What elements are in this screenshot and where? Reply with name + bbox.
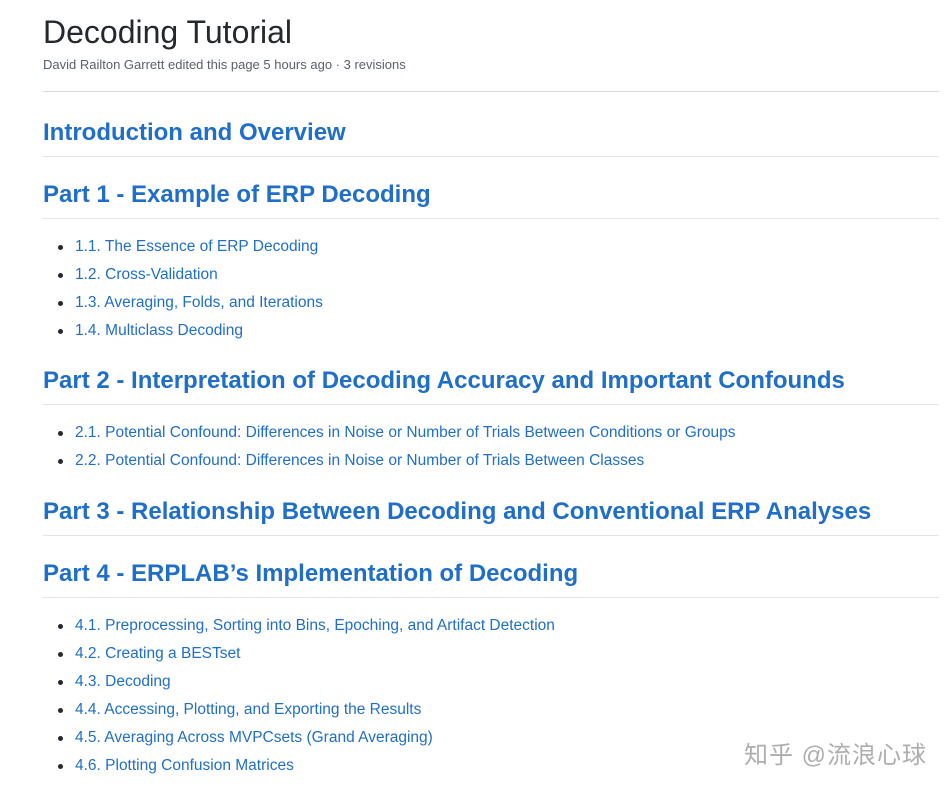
bullet-icon xyxy=(58,652,63,657)
list-item: 2.1. Potential Confound: Differences in … xyxy=(43,419,939,447)
list-item: 4.4. Accessing, Plotting, and Exporting … xyxy=(43,696,939,724)
section-heading-part-3[interactable]: Part 3 - Relationship Between Decoding a… xyxy=(43,497,939,536)
bullet-icon xyxy=(58,459,63,464)
watermark: 知乎 @流浪心球 xyxy=(743,742,927,769)
toc-link-4-6[interactable]: 4.6. Plotting Confusion Matrices xyxy=(75,757,294,774)
toc-link-4-4[interactable]: 4.4. Accessing, Plotting, and Exporting … xyxy=(75,701,421,718)
toc-link-4-3[interactable]: 4.3. Decoding xyxy=(75,673,171,690)
toc-link-2-1[interactable]: 2.1. Potential Confound: Differences in … xyxy=(75,424,736,441)
list-item: 1.1. The Essence of ERP Decoding xyxy=(43,233,939,261)
bullet-icon xyxy=(58,301,63,306)
title-divider xyxy=(43,91,939,92)
bullet-icon xyxy=(58,680,63,685)
list-item: 1.4. Multiclass Decoding xyxy=(43,317,939,345)
section-heading-part-2[interactable]: Part 2 - Interpretation of Decoding Accu… xyxy=(43,366,939,405)
bullet-icon xyxy=(58,624,63,629)
toc-link-1-4[interactable]: 1.4. Multiclass Decoding xyxy=(75,322,243,339)
section-introduction: Introduction and Overview xyxy=(43,118,939,157)
part-2-list: 2.1. Potential Confound: Differences in … xyxy=(43,419,939,475)
bullet-icon xyxy=(58,431,63,436)
bullet-icon xyxy=(58,764,63,769)
list-item: 4.2. Creating a BESTset xyxy=(43,640,939,668)
list-item: 4.1. Preprocessing, Sorting into Bins, E… xyxy=(43,612,939,640)
section-heading-introduction[interactable]: Introduction and Overview xyxy=(43,118,939,157)
section-heading-part-4[interactable]: Part 4 - ERPLAB’s Implementation of Deco… xyxy=(43,559,939,598)
section-heading-part-1[interactable]: Part 1 - Example of ERP Decoding xyxy=(43,180,939,219)
toc-link-4-1[interactable]: 4.1. Preprocessing, Sorting into Bins, E… xyxy=(75,617,555,634)
section-part-3: Part 3 - Relationship Between Decoding a… xyxy=(43,497,939,536)
list-item: 1.2. Cross-Validation xyxy=(43,261,939,289)
list-item: 2.2. Potential Confound: Differences in … xyxy=(43,447,939,475)
bullet-icon xyxy=(58,245,63,250)
part-1-list: 1.1. The Essence of ERP Decoding 1.2. Cr… xyxy=(43,233,939,345)
toc-link-4-5[interactable]: 4.5. Averaging Across MVPCsets (Grand Av… xyxy=(75,729,433,746)
bullet-icon xyxy=(58,329,63,334)
toc-link-1-1[interactable]: 1.1. The Essence of ERP Decoding xyxy=(75,238,318,255)
toc-link-4-2[interactable]: 4.2. Creating a BESTset xyxy=(75,645,240,662)
section-part-1: Part 1 - Example of ERP Decoding 1.1. Th… xyxy=(43,180,939,345)
list-item: 4.3. Decoding xyxy=(43,668,939,696)
toc-link-1-2[interactable]: 1.2. Cross-Validation xyxy=(75,266,218,283)
toc-link-1-3[interactable]: 1.3. Averaging, Folds, and Iterations xyxy=(75,294,323,311)
list-item: 1.3. Averaging, Folds, and Iterations xyxy=(43,289,939,317)
bullet-icon xyxy=(58,273,63,278)
section-part-2: Part 2 - Interpretation of Decoding Accu… xyxy=(43,366,939,475)
toc-link-2-2[interactable]: 2.2. Potential Confound: Differences in … xyxy=(75,452,644,469)
bullet-icon xyxy=(58,708,63,713)
bullet-icon xyxy=(58,736,63,741)
page-meta: David Railton Garrett edited this page 5… xyxy=(43,57,406,72)
page-title: Decoding Tutorial xyxy=(43,14,293,50)
